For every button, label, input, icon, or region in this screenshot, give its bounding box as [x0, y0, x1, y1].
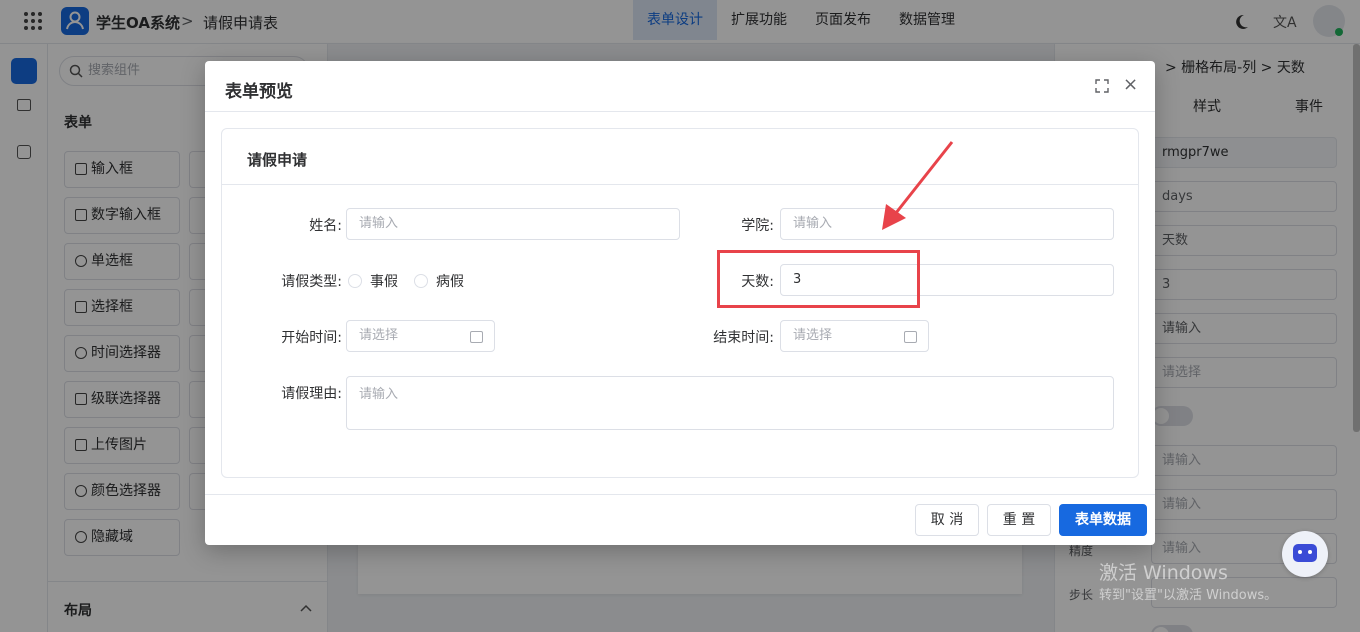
name-label: 姓名: [309, 218, 342, 234]
close-icon[interactable]: × [1123, 75, 1138, 95]
name-input[interactable]: 请输入 [346, 208, 680, 240]
radio-personal-leave[interactable]: 事假 [348, 271, 398, 291]
fullscreen-icon[interactable] [1095, 79, 1109, 93]
college-label: 学院: [741, 218, 774, 234]
radio-sick-leave[interactable]: 病假 [414, 271, 464, 291]
form-preview-dialog: 表单预览 × 请假申请 姓名: 请输入 学院: 请输入 请假类型: 事假 病假 … [205, 61, 1155, 545]
reason-label: 请假理由: [281, 386, 342, 402]
divider [222, 184, 1138, 185]
leave-type-label: 请假类型: [281, 274, 342, 290]
reason-textarea[interactable]: 请输入 [346, 376, 1114, 430]
annotation-arrow [882, 141, 954, 230]
calendar-icon [904, 331, 917, 343]
windows-watermark-text: 转到"设置"以激活 Windows。 [1099, 588, 1278, 603]
reset-button[interactable]: 重 置 [987, 504, 1051, 536]
divider [205, 111, 1155, 112]
form-data-button[interactable]: 表单数据 [1059, 504, 1147, 536]
divider [205, 494, 1155, 495]
card-title: 请假申请 [247, 151, 308, 169]
highlight-box [717, 250, 920, 308]
start-time-label: 开始时间: [281, 330, 342, 346]
end-time-label: 结束时间: [713, 330, 774, 346]
chatbot-button[interactable] [1282, 531, 1328, 577]
dialog-title: 表单预览 [225, 82, 293, 102]
calendar-icon [470, 331, 483, 343]
robot-icon [1293, 544, 1317, 562]
windows-watermark-title: 激活 Windows [1099, 562, 1228, 584]
cancel-button[interactable]: 取 消 [915, 504, 979, 536]
